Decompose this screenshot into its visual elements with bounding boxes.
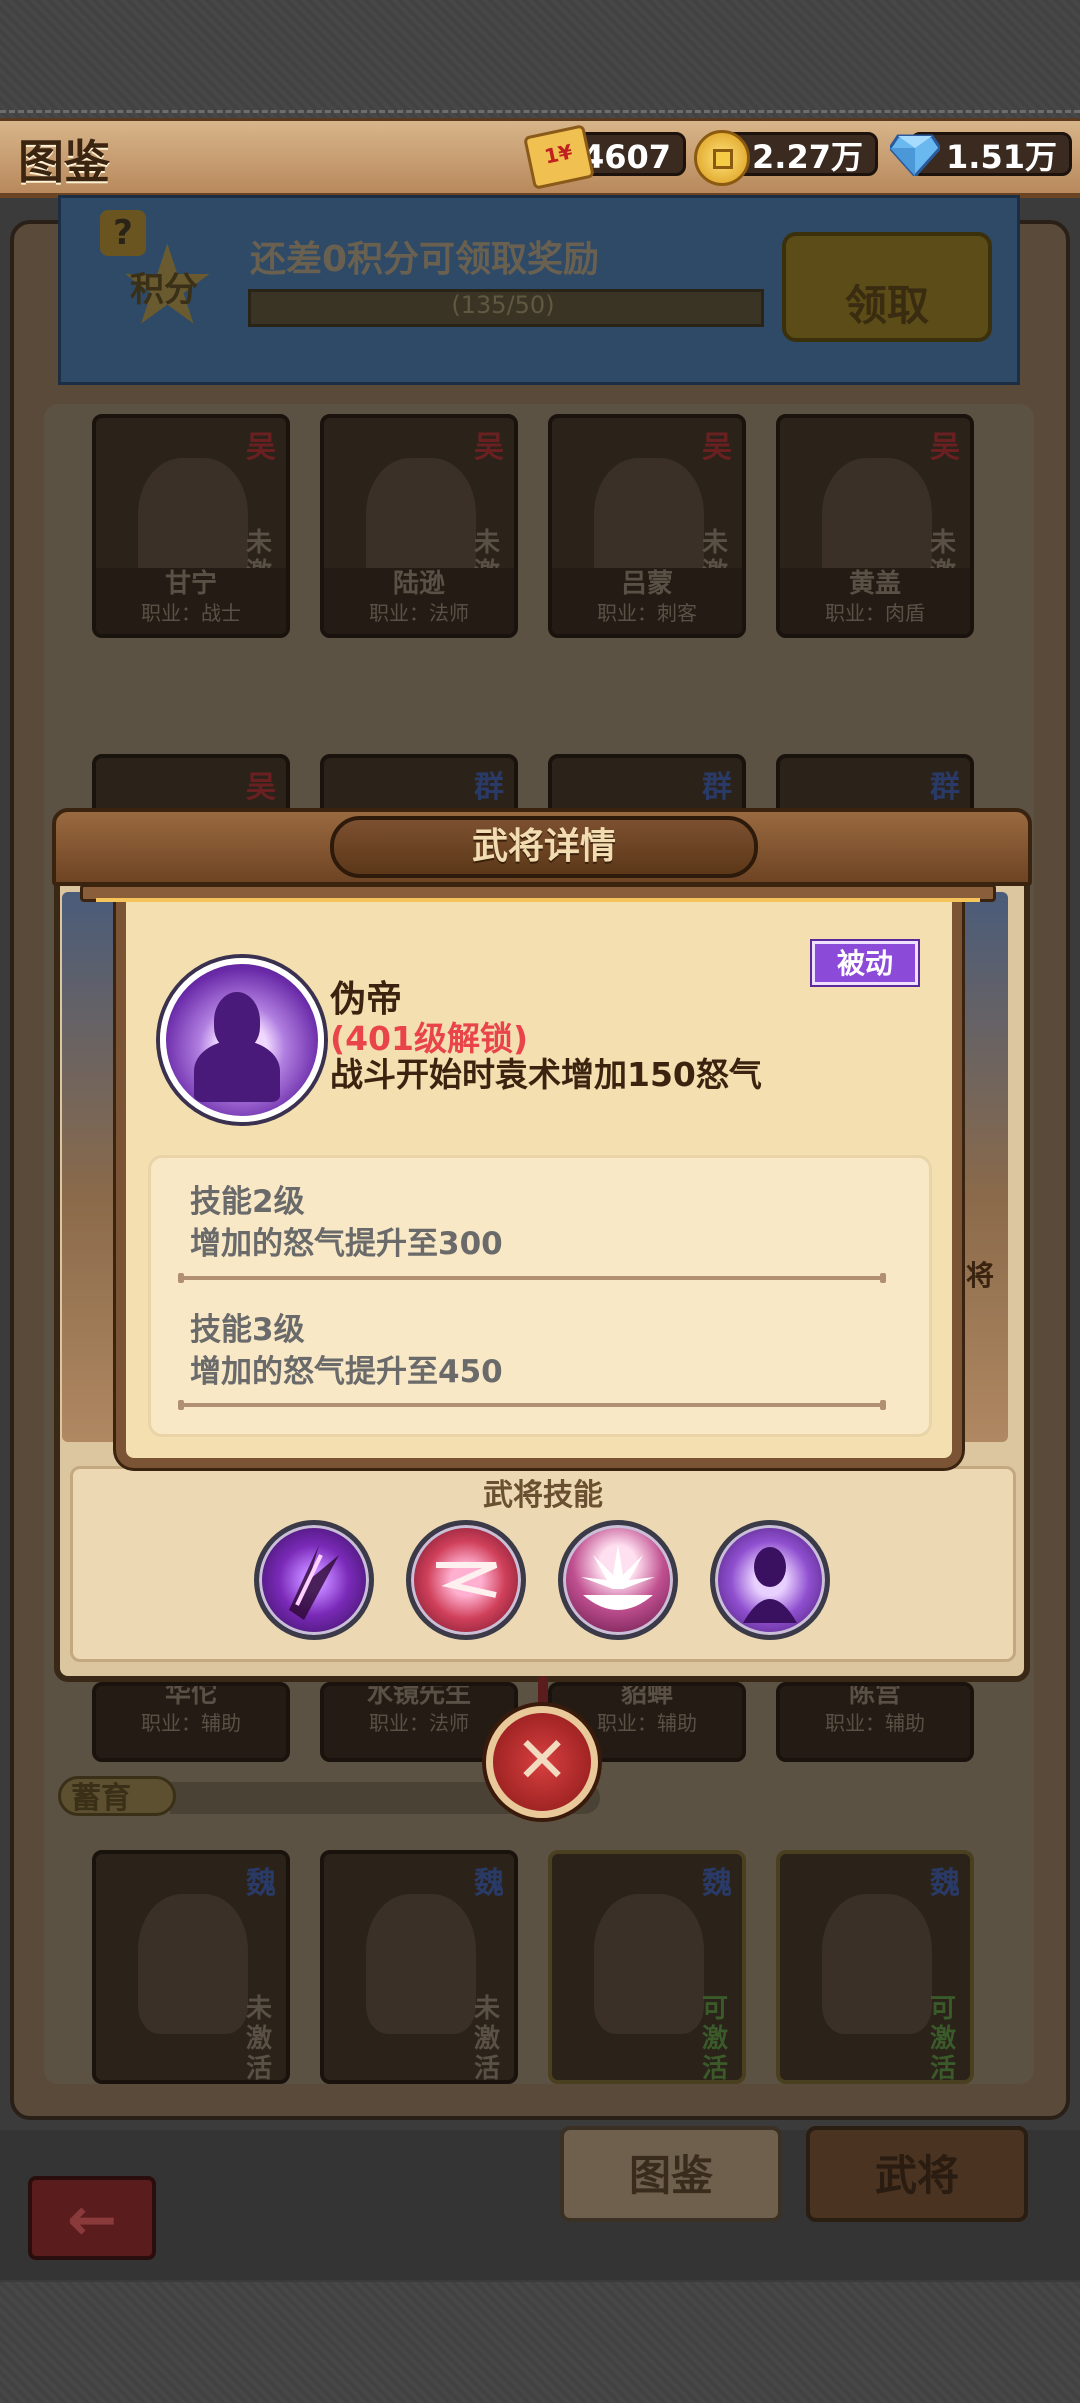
- activation-status: 可激活: [930, 1994, 957, 2084]
- hero-job: 职业：法师: [369, 1711, 469, 1735]
- diamond-amount: 1.51万: [946, 138, 1057, 176]
- silhouette-body: [194, 1040, 280, 1102]
- hero-name: 华佗: [164, 1682, 217, 1709]
- back-arrow-icon: ←: [66, 2185, 118, 2255]
- faction-badge: 吴: [930, 430, 960, 465]
- hero-job: 职业：法师: [369, 601, 469, 625]
- hero-card[interactable]: 魏 未激活: [320, 1850, 518, 2084]
- hero-portrait: [822, 1894, 932, 2034]
- hero-card[interactable]: 吴 未激活 黄盖职业：肉盾: [776, 414, 974, 638]
- skill-pseudo-emperor-icon: [160, 958, 324, 1122]
- hero-job: 职业：肉盾: [825, 601, 925, 625]
- bottom-band: [0, 2282, 1080, 2403]
- hero-card[interactable]: 吴 未激活 陆逊职业：法师: [320, 414, 518, 638]
- scene-side-char: 将: [966, 1259, 995, 1292]
- gold-coin-icon: [694, 130, 750, 186]
- activation-status: 未激活: [474, 1994, 501, 2084]
- hero-card[interactable]: 华佗 职业：辅助: [92, 1682, 290, 1762]
- stitch-line: [0, 110, 1080, 113]
- hero-job: 职业：辅助: [825, 1711, 925, 1735]
- hero-card[interactable]: 魏 可激活: [776, 1850, 974, 2084]
- hero-card[interactable]: 吴 未激活 吕蒙职业：刺客: [548, 414, 746, 638]
- hero-card[interactable]: 魏 未激活: [92, 1850, 290, 2084]
- divider: [178, 1273, 886, 1283]
- faction-badge: 群: [930, 770, 960, 805]
- skill-blades-icon[interactable]: [406, 1520, 526, 1640]
- hero-card[interactable]: 陈宫 职业：辅助: [776, 1682, 974, 1762]
- faction-badge: 魏: [246, 1866, 276, 1901]
- hero-job: 职业：刺客: [597, 601, 697, 625]
- hero-name: 吕蒙: [620, 569, 673, 599]
- page-title: 图鉴: [18, 135, 110, 189]
- hero-nameplate: 水镜先生 职业：法师: [324, 1682, 514, 1758]
- tab-codex-label: 图鉴: [628, 2151, 713, 2200]
- hero-name: 黄盖: [848, 569, 901, 599]
- skill-pseudo-emperor-icon[interactable]: [710, 1520, 830, 1640]
- skill-slash-icon[interactable]: [254, 1520, 374, 1640]
- hero-portrait: [594, 1894, 704, 2034]
- faction-badge: 魏: [474, 1866, 504, 1901]
- hero-nameplate: 吕蒙 职业：刺客: [552, 568, 742, 634]
- hero-nameplate: 陈宫 职业：辅助: [780, 1682, 970, 1758]
- faction-badge: 魏: [930, 1866, 960, 1901]
- hero-card[interactable]: 魏 可激活: [548, 1850, 746, 2084]
- close-icon: ✕: [515, 1724, 569, 1798]
- hero-nameplate: 甘宁 职业：战士: [96, 568, 286, 634]
- hero-job: 职业：战士: [141, 601, 241, 625]
- skill-level-text: 增加的怒气提升至300: [190, 1226, 503, 1262]
- tab-codex[interactable]: 图鉴: [560, 2126, 782, 2222]
- ticket-count: 4607: [581, 138, 671, 176]
- hero-nameplate: 黄盖 职业：肉盾: [780, 568, 970, 634]
- hero-name: 陈宫: [848, 1682, 901, 1709]
- section-label: 蓄育: [58, 1776, 176, 1816]
- reward-progress-count: (135/50): [451, 291, 555, 319]
- faction-badge: 魏: [702, 1866, 732, 1901]
- faction-badge: 吴: [246, 430, 276, 465]
- hero-card[interactable]: 吴 未激活 甘宁职业：战士: [92, 414, 290, 638]
- skill-type-badge: 被动: [812, 941, 918, 985]
- card-rail-highlight: [96, 898, 980, 902]
- skill-level-title: 技能2级: [190, 1184, 305, 1220]
- faction-badge: 吴: [246, 770, 276, 805]
- reward-progress-text: 还差0积分可领取奖励: [250, 239, 600, 280]
- claim-reward-button[interactable]: 领取: [782, 232, 992, 342]
- activation-status: 可激活: [702, 1994, 729, 2084]
- tab-generals[interactable]: 武将: [806, 2126, 1028, 2222]
- hero-name: 甘宁: [164, 569, 217, 599]
- top-status-band: [0, 0, 1080, 118]
- hero-name: 陆逊: [392, 569, 445, 599]
- faction-badge: 群: [702, 770, 732, 805]
- tab-generals-label: 武将: [874, 2151, 959, 2200]
- hero-job: 职业：辅助: [141, 1711, 241, 1735]
- help-icon[interactable]: ?: [100, 210, 146, 256]
- close-button[interactable]: ✕: [486, 1706, 598, 1818]
- gold-amount: 2.27万: [752, 138, 863, 176]
- hero-nameplate: 华佗 职业：辅助: [96, 1682, 286, 1758]
- hero-skills-title: 武将技能: [483, 1478, 603, 1513]
- skill-level-text: 增加的怒气提升至450: [190, 1354, 503, 1390]
- faction-badge: 吴: [474, 430, 504, 465]
- hero-nameplate: 陆逊 职业：法师: [324, 568, 514, 634]
- diamond-icon: [890, 134, 940, 176]
- back-button[interactable]: ←: [28, 2176, 156, 2260]
- dialog-title: 武将详情: [471, 826, 616, 867]
- divider: [178, 1400, 886, 1410]
- hero-portrait: [366, 1894, 476, 2034]
- activation-status: 未激活: [246, 1994, 273, 2084]
- faction-badge: 吴: [702, 430, 732, 465]
- hero-name: 貂蝉: [620, 1682, 673, 1709]
- claim-label: 领取: [844, 281, 929, 330]
- faction-badge: 群: [474, 770, 504, 805]
- skill-level-title: 技能3级: [190, 1312, 305, 1348]
- hero-portrait: [138, 1894, 248, 2034]
- skill-burst-icon[interactable]: [558, 1520, 678, 1640]
- points-label: 积分: [130, 270, 198, 310]
- skill-description: 战斗开始时袁术增加150怒气: [330, 1055, 762, 1094]
- hero-name: 水镜先生: [366, 1682, 471, 1709]
